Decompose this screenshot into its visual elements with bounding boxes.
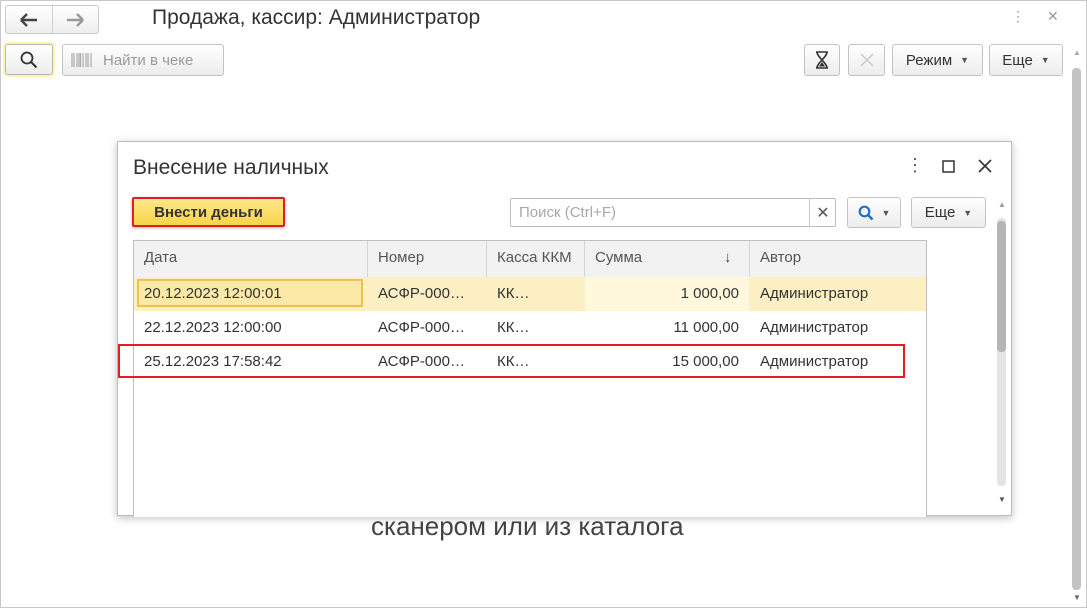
dialog-title: Внесение наличных [133,156,329,179]
dialog-more-button[interactable]: Еще ▼ [911,197,986,228]
search-button[interactable] [5,44,53,75]
hourglass-button[interactable] [804,44,840,76]
search-input[interactable] [511,199,809,225]
cell-date: 20.12.2023 12:00:01 [144,285,282,302]
column-header-number[interactable]: Номер [368,241,487,277]
window-title: Продажа, кассир: Администратор [152,6,481,29]
cell-date: 22.12.2023 12:00:00 [144,319,282,336]
column-header-author[interactable]: Автор [750,241,926,277]
cell-number: АСФР-000… [378,319,465,336]
dialog-more-label: Еще [924,204,956,221]
search-field [510,198,836,227]
column-header-date[interactable]: Дата [134,241,368,277]
scroll-down-icon[interactable]: ▼ [998,495,1006,504]
cell-author: Администратор [760,319,869,336]
column-header-amount[interactable]: Сумма [585,241,725,277]
dialog-search-button[interactable]: ▼ [847,197,901,228]
mode-menu-button[interactable]: Режим ▼ [892,44,983,76]
magnifier-icon [858,205,873,220]
magnifier-icon [20,51,38,68]
cash-deposit-dialog: Внесение наличных ⋮ Внести деньги ✕ ▼ Ещ… [117,141,1012,517]
forward-button[interactable] [51,6,99,33]
cancel-button[interactable] [848,44,885,76]
maximize-icon[interactable] [942,157,955,178]
scroll-down-icon[interactable]: ▼ [1073,593,1081,602]
find-in-receipt-button[interactable]: Найти в чеке [62,44,224,76]
deposit-money-button[interactable]: Внести деньги [132,197,285,227]
arrow-right-icon [67,12,85,27]
chevron-down-icon: ▼ [963,207,973,218]
column-header-kkm[interactable]: Касса ККМ [487,241,585,277]
barcode-icon [71,53,92,67]
cash-deposit-table: Дата Номер Касса ККМ Сумма ↓ Автор 20.12… [133,240,927,517]
kebab-icon[interactable]: ⋮ [1011,8,1025,25]
highlight-frame [118,344,905,378]
chevron-down-icon: ▼ [1040,55,1050,65]
nav-buttons [5,5,99,34]
sort-down-icon: ↓ [724,249,732,266]
table-header: Дата Номер Касса ККМ Сумма ↓ Автор [134,241,926,278]
hourglass-icon [816,51,828,69]
find-in-receipt-label: Найти в чеке [103,51,194,69]
cell-author: Администратор [760,285,869,302]
main-scrollbar[interactable] [1072,68,1081,590]
table-row[interactable]: 22.12.2023 12:00:00 АСФР-000… КК… 11 000… [134,311,926,345]
chevron-down-icon: ▼ [960,55,970,65]
clear-search-icon[interactable]: ✕ [809,198,836,227]
mode-label: Режим [905,51,953,69]
scroll-up-icon[interactable]: ▲ [1073,48,1081,57]
close-icon[interactable] [978,157,992,178]
dialog-scrollbar-thumb[interactable] [997,221,1006,352]
back-button[interactable] [6,6,52,33]
cell-amount: 1 000,00 [680,285,739,302]
arrow-left-icon [19,12,37,27]
table-row[interactable]: 20.12.2023 12:00:01 АСФР-000… КК… 1 000,… [134,277,926,311]
close-icon[interactable]: ✕ [1047,8,1059,25]
cell-kkm: КК… [497,285,530,302]
close-icon [859,53,874,67]
cell-kkm: КК… [497,319,530,336]
more-menu-button[interactable]: Еще ▼ [989,44,1063,76]
cell-amount: 11 000,00 [673,319,739,336]
chevron-down-icon: ▼ [881,207,891,218]
more-label: Еще [1002,51,1033,69]
cell-number: АСФР-000… [378,285,465,302]
scroll-up-icon[interactable]: ▲ [998,200,1006,209]
kebab-icon[interactable]: ⋮ [906,155,924,176]
